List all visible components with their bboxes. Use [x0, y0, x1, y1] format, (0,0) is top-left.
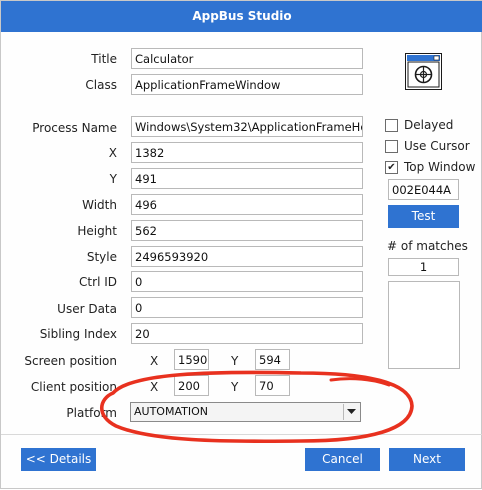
- style-field[interactable]: 2496593920: [131, 246, 363, 267]
- check-mark-icon[interactable]: ✔: [385, 160, 398, 174]
- client-position-label: Client position: [30, 380, 117, 394]
- sibling-index-field[interactable]: 20: [131, 323, 363, 344]
- client-y-field[interactable]: 70: [255, 375, 290, 396]
- process-name-label: Process Name: [32, 121, 117, 135]
- height-field[interactable]: 562: [131, 220, 363, 241]
- screen-position-label: Screen position: [24, 354, 117, 368]
- handle-field[interactable]: 002E044A: [388, 179, 459, 200]
- footer-divider: [1, 434, 482, 435]
- width-label: Width: [82, 198, 117, 212]
- user-data-label: User Data: [57, 302, 117, 316]
- platform-label: Platform: [66, 406, 117, 420]
- height-label: Height: [77, 224, 117, 238]
- sibling-index-label: Sibling Index: [39, 327, 117, 341]
- window-target-icon[interactable]: [405, 53, 442, 90]
- title-field[interactable]: Calculator: [131, 48, 363, 69]
- use-cursor-checkbox-box[interactable]: [385, 139, 398, 153]
- use-cursor-label: Use Cursor: [404, 139, 470, 153]
- x-field[interactable]: 1382: [131, 142, 363, 163]
- top-window-checkbox[interactable]: ✔ Top Window: [385, 160, 475, 174]
- details-button[interactable]: << Details: [21, 448, 96, 471]
- top-window-label: Top Window: [404, 160, 476, 174]
- client-x-label: X: [150, 380, 159, 394]
- test-button[interactable]: Test: [388, 205, 459, 228]
- title-label: Title: [91, 52, 117, 66]
- style-label: Style: [86, 250, 117, 264]
- class-field[interactable]: ApplicationFrameWindow: [131, 74, 363, 95]
- cancel-button[interactable]: Cancel: [305, 448, 380, 471]
- y-label: Y: [109, 172, 117, 186]
- delayed-label: Delayed: [404, 118, 454, 132]
- client-y-label: Y: [231, 380, 239, 394]
- next-button[interactable]: Next: [389, 448, 465, 471]
- process-name-field[interactable]: Windows\System32\ApplicationFrameHost: [131, 116, 363, 137]
- screen-x-field[interactable]: 1590: [174, 349, 209, 370]
- appbus-studio-window: AppBus Studio Title Calculator Class App…: [0, 0, 482, 489]
- screen-x-label: X: [150, 354, 159, 368]
- client-x-field[interactable]: 200: [174, 375, 209, 396]
- chevron-down-icon[interactable]: [343, 404, 359, 420]
- matches-label: # of matches: [387, 239, 468, 253]
- user-data-field[interactable]: 0: [131, 297, 363, 318]
- x-label: X: [108, 146, 117, 160]
- matches-count: 1: [388, 258, 459, 276]
- y-field[interactable]: 491: [131, 168, 363, 189]
- platform-select[interactable]: AUTOMATION: [130, 402, 361, 422]
- class-label: Class: [85, 78, 117, 92]
- screen-y-field[interactable]: 594: [255, 349, 290, 370]
- delayed-checkbox[interactable]: Delayed: [385, 118, 453, 132]
- use-cursor-checkbox[interactable]: Use Cursor: [385, 139, 470, 153]
- screen-y-label: Y: [231, 354, 239, 368]
- ctrl-id-label: Ctrl ID: [79, 275, 117, 289]
- platform-value: AUTOMATION: [134, 405, 208, 418]
- delayed-checkbox-box[interactable]: [385, 118, 398, 132]
- window-title: AppBus Studio: [1, 1, 482, 32]
- matches-list[interactable]: [388, 281, 460, 369]
- ctrl-id-field[interactable]: 0: [131, 271, 363, 292]
- width-field[interactable]: 496: [131, 194, 363, 215]
